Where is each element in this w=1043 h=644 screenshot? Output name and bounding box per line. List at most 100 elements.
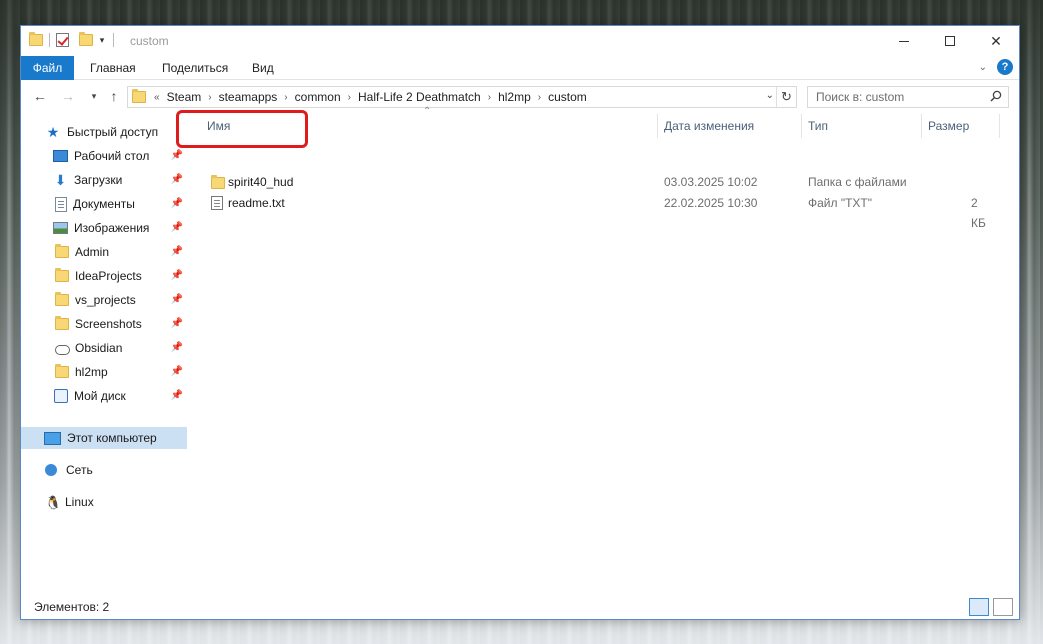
cloud-icon	[54, 341, 70, 355]
folder-icon	[55, 316, 69, 330]
tab-view[interactable]: Вид	[238, 56, 288, 80]
folder-icon	[55, 364, 69, 378]
sidebar-item-my-drive[interactable]: Мой диск 📌	[21, 385, 187, 407]
close-button[interactable]: ✕	[973, 26, 1019, 56]
sidebar-item-label: vs_projects	[75, 293, 136, 307]
sidebar-item-label: Документы	[73, 197, 135, 211]
file-name: spirit40_hud	[228, 175, 294, 189]
search-input[interactable]: Поиск в: custom	[807, 86, 1009, 108]
sidebar-item-vs-projects[interactable]: vs_projects 📌	[21, 289, 187, 311]
pin-icon: 📌	[170, 222, 183, 233]
column-divider[interactable]	[921, 114, 922, 138]
tab-home[interactable]: Главная	[76, 56, 150, 80]
address-bar[interactable]: « Steam › steamapps › common › Half-Life…	[127, 86, 797, 108]
sidebar-item-ideaprojects[interactable]: IdeaProjects 📌	[21, 265, 187, 287]
file-date: 22.02.2025 10:30	[664, 196, 758, 210]
documents-icon	[55, 196, 67, 212]
pin-icon: 📌	[170, 342, 183, 353]
file-size: 2 КБ	[971, 196, 986, 230]
file-row[interactable]: readme.txt 22.02.2025 10:30 Файл "TXT" 2…	[205, 193, 995, 230]
file-row[interactable]: spirit40_hud 03.03.2025 10:02 Папка с фа…	[205, 172, 995, 192]
sidebar-item-downloads[interactable]: ⬇ Загрузки 📌	[21, 169, 187, 191]
sidebar-item-this-pc[interactable]: Этот компьютер	[21, 427, 187, 449]
pin-icon: 📌	[170, 174, 183, 185]
sidebar-item-network[interactable]: Сеть	[21, 459, 187, 481]
window-controls: ✕	[881, 26, 1019, 56]
window-title: custom	[130, 34, 169, 48]
properties-icon[interactable]	[56, 33, 69, 47]
pin-icon: 📌	[170, 366, 183, 377]
tab-share[interactable]: Поделиться	[148, 56, 242, 80]
new-folder-icon[interactable]	[79, 32, 93, 46]
sidebar-item-linux[interactable]: 🐧 Linux	[21, 491, 187, 513]
quick-access[interactable]: ★ Быстрый доступ	[21, 121, 187, 143]
sidebar-item-obsidian[interactable]: Obsidian 📌	[21, 337, 187, 359]
separator	[49, 33, 50, 47]
help-icon[interactable]: ?	[997, 59, 1013, 75]
address-dropdown-icon[interactable]: ⌄	[766, 90, 774, 101]
column-header-size[interactable]: Размер	[928, 112, 969, 140]
large-icons-view-button[interactable]	[993, 598, 1013, 616]
column-divider[interactable]	[999, 114, 1000, 138]
details-view-button[interactable]	[969, 598, 989, 616]
sidebar-item-admin[interactable]: Admin 📌	[21, 241, 187, 263]
sort-ascending-icon: ⌃	[423, 106, 432, 117]
folder-icon	[211, 175, 225, 189]
sidebar-item-label: Obsidian	[75, 341, 123, 355]
quick-access-label: Быстрый доступ	[67, 125, 159, 139]
sidebar-item-hl2mp[interactable]: hl2mp 📌	[21, 361, 187, 383]
expand-ribbon-icon[interactable]: ⌄	[979, 62, 987, 73]
ribbon-right: ⌄ ?	[979, 59, 1013, 75]
refresh-icon[interactable]: ↻	[776, 87, 796, 107]
back-button[interactable]: ←	[31, 88, 49, 104]
pin-icon: 📌	[170, 198, 183, 209]
crumb-custom[interactable]: custom	[543, 90, 592, 104]
sidebar-item-label: Мой диск	[74, 389, 126, 403]
maximize-button[interactable]	[927, 26, 973, 56]
column-divider[interactable]	[657, 114, 658, 138]
chevron-right-icon[interactable]: ›	[536, 92, 543, 103]
chevron-right-icon[interactable]: ›	[346, 92, 353, 103]
sidebar-item-label: Загрузки	[74, 173, 123, 187]
column-header-name[interactable]: Имя	[207, 112, 230, 140]
crumb-hl2dm[interactable]: Half-Life 2 Deathmatch	[353, 90, 486, 104]
folder-icon	[55, 292, 69, 306]
sidebar-item-documents[interactable]: Документы 📌	[21, 193, 187, 215]
ribbon-tabs: Файл Главная Поделиться Вид ⌄ ?	[21, 56, 1019, 80]
crumb-common[interactable]: common	[290, 90, 346, 104]
sidebar-item-screenshots[interactable]: Screenshots 📌	[21, 313, 187, 335]
sidebar-item-label: Рабочий стол	[74, 149, 150, 163]
sidebar-item-desktop[interactable]: Рабочий стол 📌	[21, 145, 187, 167]
customize-toolbar-icon[interactable]: ▾	[97, 35, 107, 46]
title-bar: ▾ custom ✕	[21, 26, 1019, 56]
chevron-right-icon[interactable]: ›	[206, 92, 213, 103]
column-header-type[interactable]: Тип	[808, 112, 828, 140]
pin-icon: 📌	[170, 246, 183, 257]
column-divider[interactable]	[801, 114, 802, 138]
tab-file[interactable]: Файл	[21, 56, 74, 80]
column-header-date[interactable]: Дата изменения	[664, 112, 754, 140]
chevron-right-icon[interactable]: ›	[486, 92, 493, 103]
sidebar-item-label: IdeaProjects	[75, 269, 142, 283]
folder-icon	[132, 89, 146, 103]
crumb-steamapps[interactable]: steamapps	[214, 90, 283, 104]
file-type: Файл "TXT"	[808, 196, 873, 210]
explorer-window: ▾ custom ✕ Файл Главная Поделиться Вид ⌄…	[20, 25, 1020, 620]
sidebar-item-pictures[interactable]: Изображения 📌	[21, 217, 187, 239]
chevron-right-icon[interactable]: ›	[282, 92, 289, 103]
recent-locations-button[interactable]: ▾	[85, 91, 103, 102]
minimize-button[interactable]	[881, 26, 927, 56]
up-button[interactable]: ↑	[105, 88, 123, 104]
crumb-steam[interactable]: Steam	[162, 90, 207, 104]
crumb-hl2mp[interactable]: hl2mp	[493, 90, 536, 104]
file-list: ⌃ Имя Дата изменения Тип Размер spirit40…	[187, 106, 1021, 596]
forward-button[interactable]: →	[59, 88, 77, 104]
overflow-crumb[interactable]: «	[152, 92, 162, 103]
maximize-icon	[945, 36, 955, 46]
close-icon: ✕	[990, 32, 1002, 49]
sidebar-item-label: Screenshots	[75, 317, 142, 331]
search-icon[interactable]	[990, 90, 1002, 102]
navigation-pane: ★ Быстрый доступ Рабочий стол 📌 ⬇ Загруз…	[21, 116, 187, 596]
folder-icon[interactable]	[29, 32, 43, 46]
network-icon	[44, 463, 60, 477]
